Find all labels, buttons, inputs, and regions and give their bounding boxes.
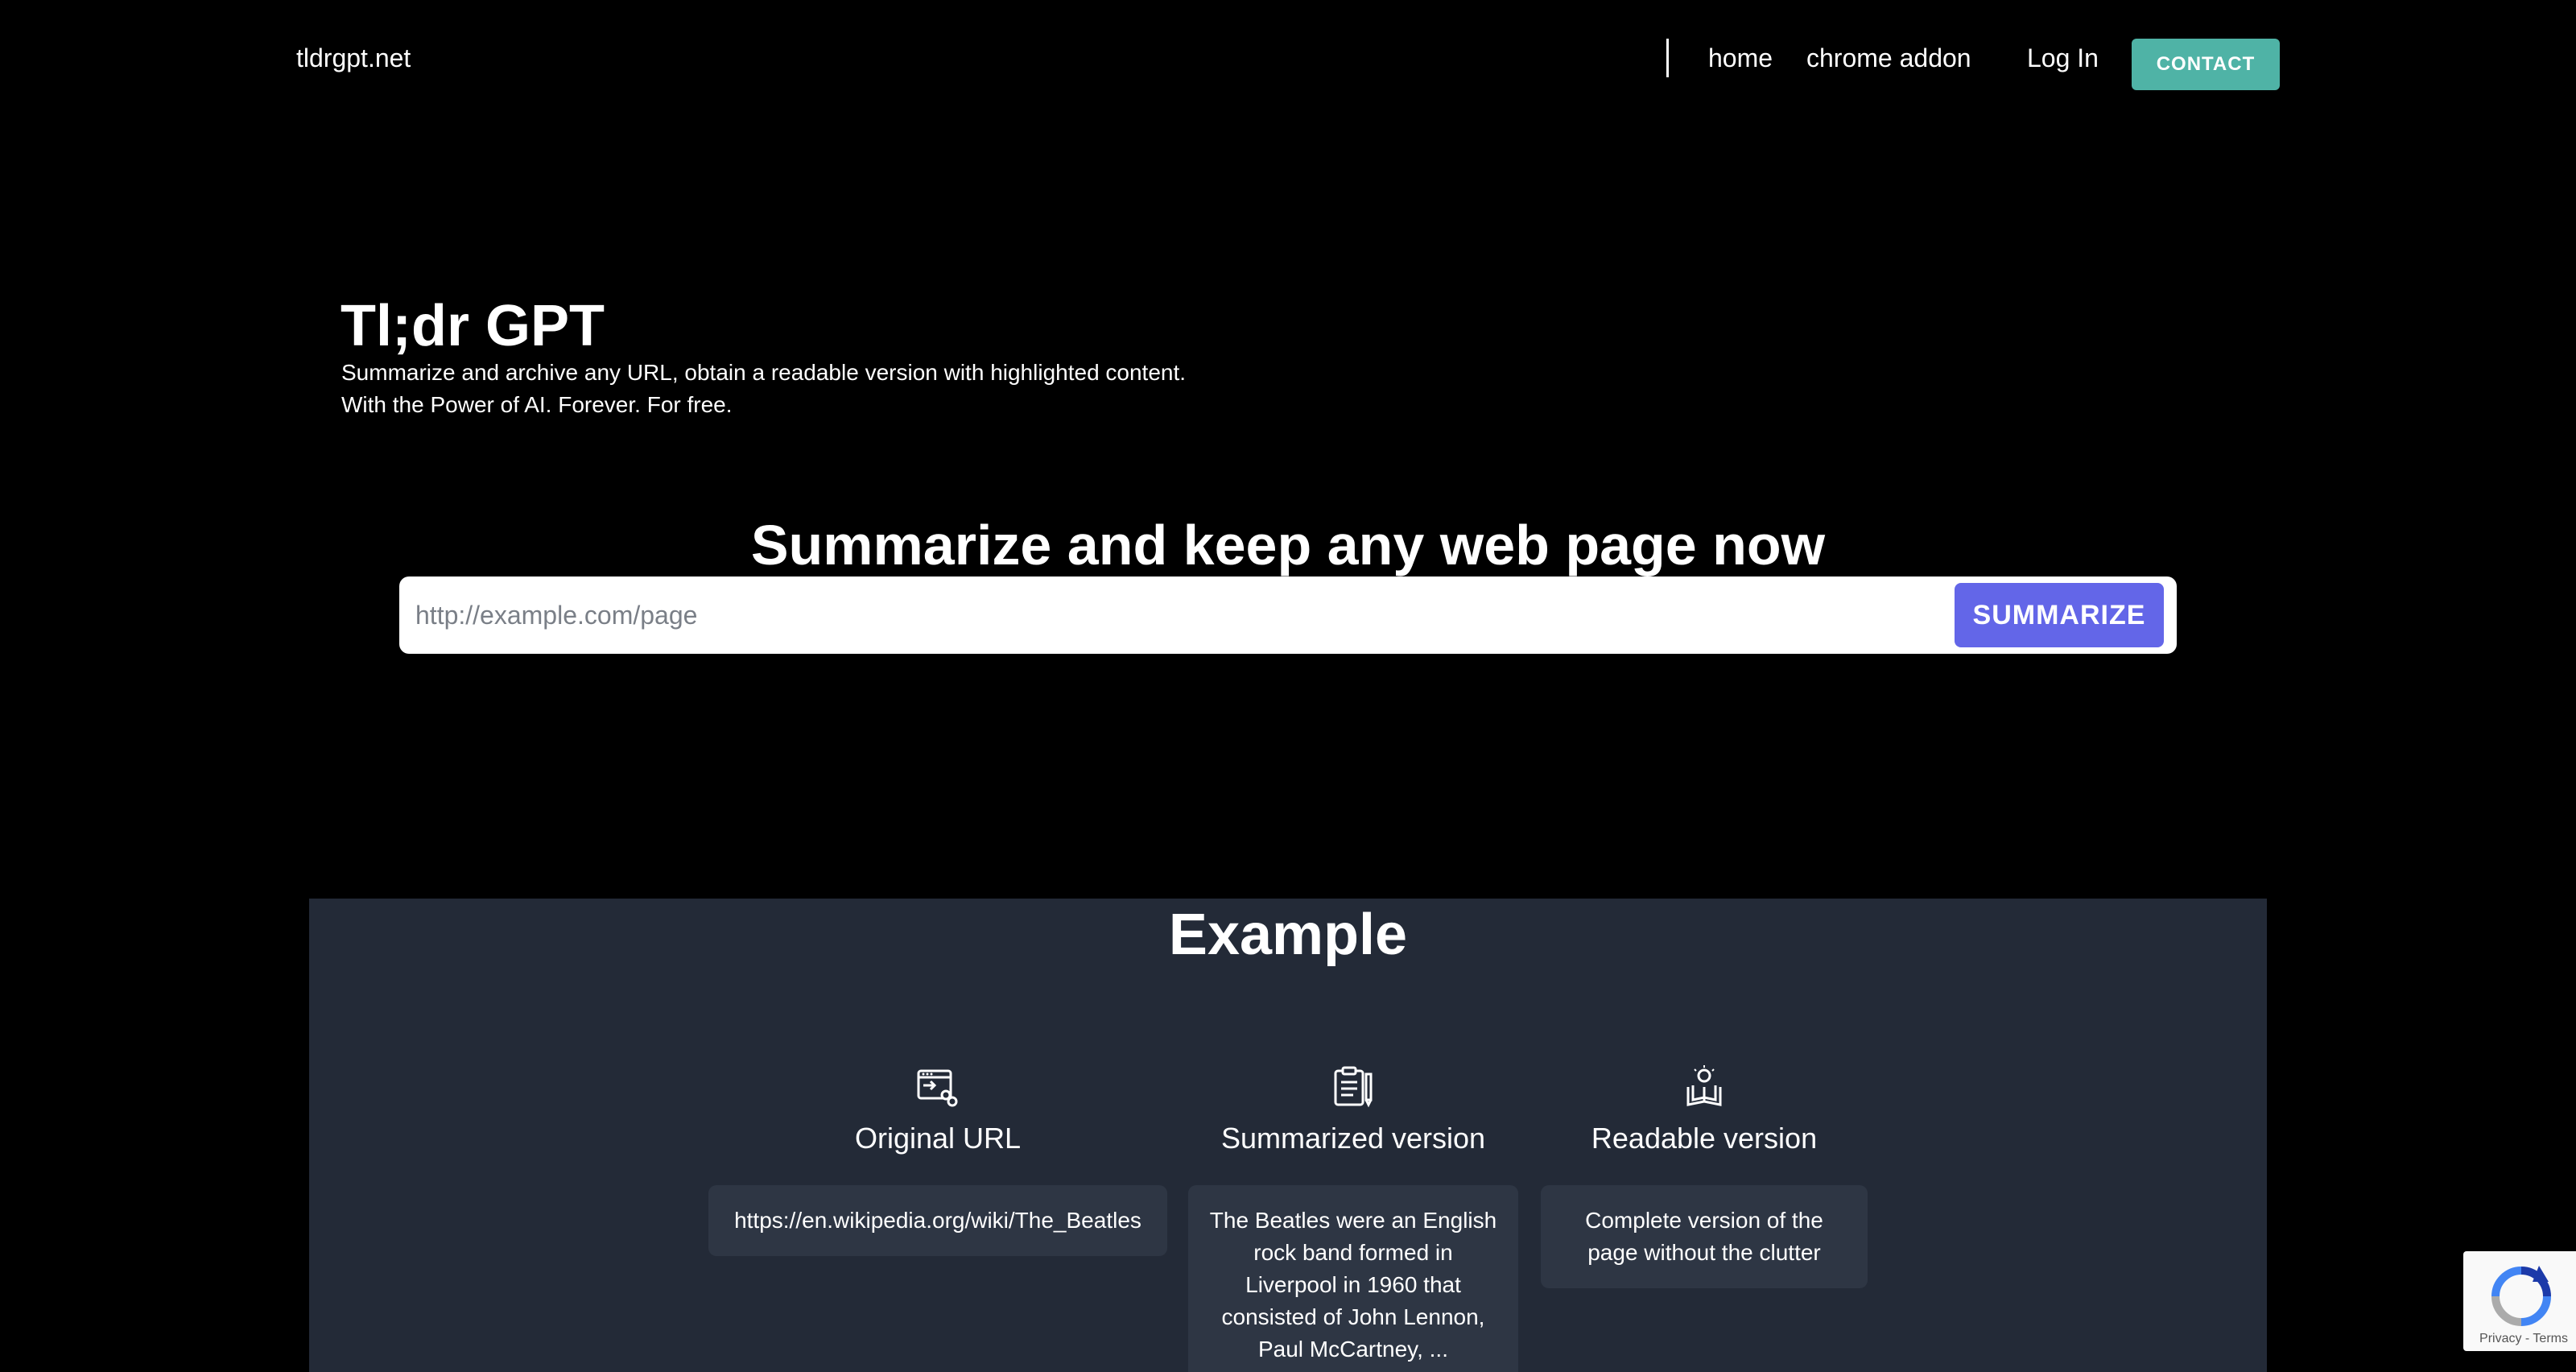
hero-title: Tl;dr GPT: [341, 294, 605, 358]
example-section: Example Original URL Summarized version …: [309, 899, 2267, 1372]
example-card-readable[interactable]: Complete version of the page without the…: [1541, 1185, 1868, 1288]
url-form: SUMMARIZE: [399, 576, 2177, 654]
recaptcha-badge[interactable]: Privacy - Terms: [2463, 1251, 2576, 1351]
hero-subtitle-line-1: Summarize and archive any URL, obtain a …: [341, 360, 1187, 385]
nav-divider: [1666, 39, 1669, 77]
nav-link-chrome-addon[interactable]: chrome addon: [1806, 40, 1971, 76]
summarize-heading: Summarize and keep any web page now: [750, 514, 1826, 576]
example-column-original: Original URL: [708, 1064, 1167, 1156]
example-card-original-url[interactable]: https://en.wikipedia.org/wiki/The_Beatle…: [708, 1185, 1167, 1256]
login-link[interactable]: Log In: [2027, 40, 2099, 76]
summarize-button[interactable]: SUMMARIZE: [1955, 583, 2164, 647]
browser-link-icon: [917, 1069, 958, 1107]
column-title-readable: Readable version: [1591, 1122, 1818, 1155]
page: tldrgpt.net home chrome addon Log In CON…: [0, 0, 2576, 1372]
site-brand[interactable]: tldrgpt.net: [296, 40, 411, 76]
url-input[interactable]: [415, 588, 1929, 643]
recaptcha-links[interactable]: Privacy - Terms: [2463, 1332, 2576, 1346]
contact-button[interactable]: CONTACT: [2132, 39, 2280, 90]
reading-idea-icon: [1686, 1065, 1722, 1106]
example-column-readable: Readable version: [1541, 1064, 1868, 1156]
example-column-summarized: Summarized version: [1188, 1064, 1518, 1156]
example-heading: Example: [1168, 903, 1408, 967]
hero-subtitle-line-2: With the Power of AI. Forever. For free.: [341, 392, 733, 417]
column-title-original: Original URL: [854, 1122, 1022, 1155]
recaptcha-icon: [2491, 1266, 2551, 1326]
example-card-summary[interactable]: The Beatles were an English rock band fo…: [1188, 1185, 1518, 1372]
column-title-summarized: Summarized version: [1220, 1122, 1486, 1155]
clipboard-pencil-icon: [1334, 1066, 1373, 1108]
nav-link-home[interactable]: home: [1708, 40, 1773, 76]
